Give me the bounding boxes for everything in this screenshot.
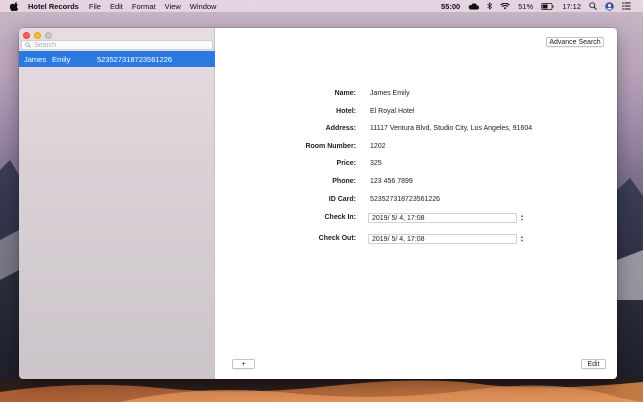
app-window: James Emily 523527318723561226 Advance S… <box>19 28 617 379</box>
apple-icon[interactable] <box>10 1 20 11</box>
battery-percent[interactable]: 51% <box>518 2 533 11</box>
price-label: Price: <box>336 160 356 167</box>
record-id-card: 523527318723561226 <box>97 54 173 64</box>
stepper-down-icon[interactable]: ▼ <box>520 218 524 222</box>
menu-window[interactable]: Window <box>190 2 217 11</box>
bluetooth-icon[interactable] <box>487 2 493 10</box>
search-field[interactable] <box>21 40 213 50</box>
menu-bar: Hotel Records File Edit Format View Wind… <box>0 0 643 12</box>
user-avatar-icon[interactable] <box>605 1 614 11</box>
zoom-button[interactable] <box>45 32 52 39</box>
window-controls <box>23 32 52 39</box>
check-in-date-picker[interactable]: 2019/ 5/ 4, 17:08 <box>368 213 517 223</box>
id-card-value: 523527318723561226 <box>370 196 441 203</box>
room-number-label: Room Number: <box>305 143 356 150</box>
cloud-icon[interactable] <box>468 2 480 10</box>
check-out-date-picker[interactable]: 2019/ 5/ 4, 17:08 <box>368 234 517 244</box>
record-first-name: James <box>24 54 47 64</box>
wifi-icon[interactable] <box>500 2 510 10</box>
add-record-button[interactable]: + <box>232 359 255 369</box>
room-number-value: 1202 <box>370 143 386 150</box>
edit-button[interactable]: Edit <box>581 359 606 369</box>
menu-edit[interactable]: Edit <box>110 2 123 11</box>
close-button[interactable] <box>23 32 30 39</box>
check-in-label: Check In: <box>324 214 356 221</box>
menu-view[interactable]: View <box>165 2 181 11</box>
phone-label: Phone: <box>332 178 356 185</box>
name-value: James Emily <box>370 90 410 97</box>
check-out-label: Check Out: <box>318 235 356 242</box>
check-out-stepper[interactable]: ▲ ▼ <box>519 234 525 244</box>
price-value: 325 <box>370 160 382 167</box>
check-in-stepper[interactable]: ▲ ▼ <box>519 213 525 223</box>
stepper-down-icon[interactable]: ▼ <box>520 239 524 243</box>
notification-center-icon[interactable] <box>622 2 631 10</box>
detail-pane: Advance Search Name: James Emily Hotel: … <box>215 28 617 379</box>
search-icon <box>25 41 31 50</box>
address-value: 11117 Ventura Blvd, Studio City, Los Ang… <box>370 125 533 132</box>
record-last-name: Emily <box>52 54 71 64</box>
menu-format[interactable]: Format <box>132 2 156 11</box>
hotel-value: El Royal Hotel <box>370 108 415 115</box>
name-label: Name: <box>334 90 356 97</box>
battery-icon[interactable] <box>541 2 554 10</box>
advance-search-button[interactable]: Advance Search <box>546 37 604 47</box>
sidebar: James Emily 523527318723561226 <box>19 28 215 379</box>
phone-value: 123 456 7899 <box>370 178 413 185</box>
app-menu[interactable]: Hotel Records <box>28 2 79 11</box>
record-row[interactable]: James Emily 523527318723561226 <box>19 51 215 67</box>
clock[interactable]: 17:12 <box>562 2 581 11</box>
minimize-button[interactable] <box>34 32 41 39</box>
search-input[interactable] <box>34 40 204 50</box>
spotlight-icon[interactable] <box>589 2 597 10</box>
hotel-label: Hotel: <box>336 108 356 115</box>
address-label: Address: <box>325 125 356 132</box>
timer-status[interactable]: 55:00 <box>441 2 460 11</box>
menu-file[interactable]: File <box>89 2 101 11</box>
id-card-label: ID Card: <box>328 196 356 203</box>
